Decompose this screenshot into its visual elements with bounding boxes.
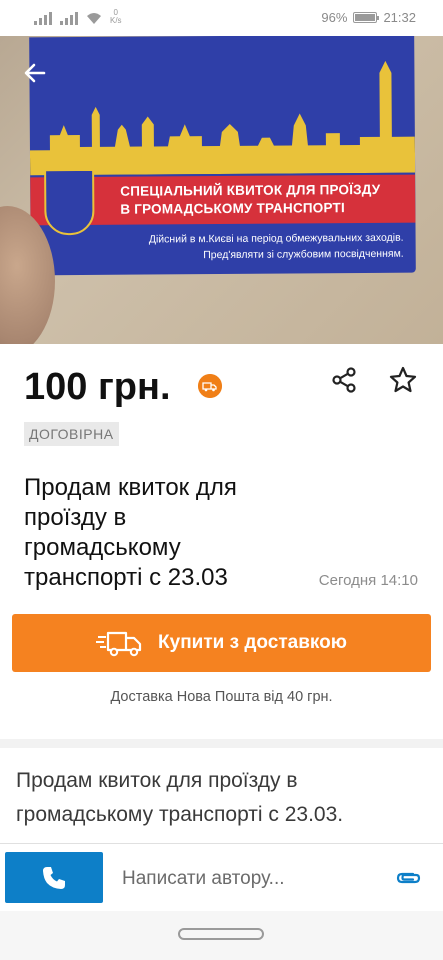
negotiable-badge: ДОГОВІРНА — [24, 422, 119, 446]
buy-button-label: Купити з доставкою — [158, 632, 347, 653]
ticket-heading-line2: В ГРОМАДСЬКОМУ ТРАНСПОРТІ — [120, 200, 345, 217]
call-button[interactable] — [5, 852, 103, 903]
message-author-input[interactable] — [120, 862, 384, 896]
listing-title: Продам квиток для проїзду в громадському… — [24, 474, 237, 591]
system-navigation-bar — [0, 911, 443, 960]
signal-icon-1 — [34, 11, 52, 25]
favorite-star-icon[interactable] — [388, 365, 418, 395]
wifi-icon — [87, 13, 101, 24]
battery-percent: 96% — [321, 10, 348, 25]
ticket-present-text: Пред'являти зі службовим посвідченням. — [203, 247, 404, 262]
share-icon[interactable] — [330, 366, 358, 394]
description-section: Продам квиток для проїзду в громадському… — [0, 748, 443, 843]
price: 100 грн. — [24, 366, 171, 408]
ticket-heading-line1: СПЕЦІАЛЬНИЙ КВИТОК ДЛЯ ПРОЇЗДУ — [120, 181, 381, 199]
delivery-note: Доставка Нова Пошта від 40 грн. — [110, 689, 333, 705]
listing-description: Продам квиток для проїзду в громадському… — [16, 769, 344, 826]
kyiv-emblem — [44, 168, 95, 236]
kyiv-skyline-graphic — [29, 60, 416, 176]
battery-fill — [355, 14, 375, 21]
delivery-available-icon — [198, 374, 222, 398]
battery-icon — [353, 12, 380, 23]
status-left: 0 K/s — [34, 9, 122, 25]
paperclip-icon[interactable] — [393, 866, 423, 890]
clock: 21:32 — [383, 10, 416, 25]
home-gesture-pill[interactable] — [178, 928, 264, 940]
truck-icon — [96, 631, 142, 657]
ticket-validity-text: Дійсний в м.Києві на період обмежувальни… — [148, 231, 404, 246]
signal-icon-2 — [60, 11, 78, 25]
status-right: 96% 21:32 — [321, 10, 416, 25]
status-bar: 0 K/s 96% 21:32 — [0, 0, 443, 36]
bottom-action-bar — [0, 843, 443, 912]
listing-details: 100 грн. ДОГОВІРНА Продам квиток для про… — [0, 344, 443, 739]
network-speed: 0 K/s — [110, 9, 122, 25]
ticket-card: СПЕЦІАЛЬНИЙ КВИТОК ДЛЯ ПРОЇЗДУ В ГРОМАДС… — [29, 36, 416, 276]
back-arrow-icon[interactable] — [20, 58, 50, 88]
buy-with-delivery-button[interactable]: Купити з доставкою — [12, 614, 431, 672]
network-speed-unit: K/s — [110, 16, 122, 25]
posted-time: Сегодня 14:10 — [318, 572, 418, 589]
listing-photo[interactable]: СПЕЦІАЛЬНИЙ КВИТОК ДЛЯ ПРОЇЗДУ В ГРОМАДС… — [0, 36, 443, 344]
phone-icon — [43, 866, 65, 889]
